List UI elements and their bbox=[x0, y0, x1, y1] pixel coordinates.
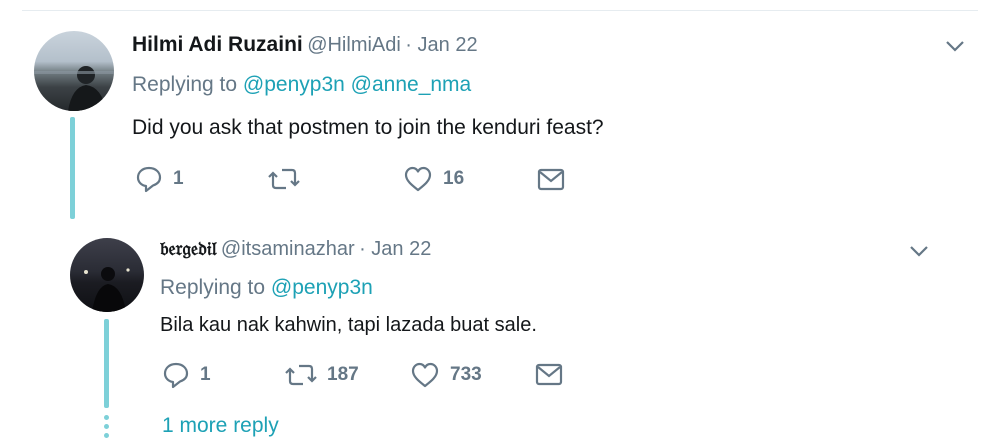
avatar-photo bbox=[84, 267, 130, 312]
tweet-header: Hilmi Adi Ruzaini @HilmiAdi · Jan 22 bbox=[132, 33, 478, 57]
like-count: 733 bbox=[450, 364, 482, 385]
retweet-button[interactable] bbox=[268, 165, 310, 193]
reply-icon bbox=[136, 166, 162, 193]
show-more-replies-link[interactable]: 1 more reply bbox=[162, 414, 279, 438]
divider bbox=[22, 10, 978, 11]
reply-count: 1 bbox=[173, 168, 184, 189]
thread-dot bbox=[104, 424, 109, 429]
message-icon[interactable] bbox=[537, 168, 565, 192]
replying-label: Replying to bbox=[160, 276, 266, 299]
thread-line bbox=[70, 117, 75, 219]
chevron-down-icon[interactable] bbox=[944, 38, 966, 54]
retweet-icon bbox=[268, 168, 300, 190]
replying-to: Replying to @penyp3n bbox=[160, 276, 373, 300]
handle[interactable]: @itsaminazhar bbox=[221, 238, 355, 260]
thread-dot bbox=[104, 415, 109, 420]
tweet-text: Did you ask that postmen to join the ken… bbox=[132, 116, 604, 139]
avatar-photo bbox=[34, 66, 114, 111]
chevron-down-icon[interactable] bbox=[908, 243, 930, 259]
like-button[interactable]: 16 bbox=[403, 165, 464, 193]
message-icon[interactable] bbox=[535, 363, 563, 387]
tweet-text: Bila kau nak kahwin, tapi lazada buat sa… bbox=[160, 314, 537, 336]
replying-label: Replying to bbox=[132, 73, 238, 96]
handle[interactable]: @HilmiAdi bbox=[307, 34, 401, 56]
timestamp[interactable]: · Jan 22 bbox=[405, 34, 477, 56]
display-name[interactable]: Hilmi Adi Ruzaini bbox=[132, 33, 303, 56]
reply-button[interactable]: 1 bbox=[135, 165, 184, 193]
reply-button[interactable]: 1 bbox=[162, 361, 211, 389]
replying-to: Replying to @penyp3n @anne_nma bbox=[132, 73, 471, 97]
thread-dot bbox=[104, 433, 109, 438]
mention-link[interactable]: @anne_nma bbox=[351, 73, 472, 96]
display-name[interactable]: 𝔟𝔢𝔯𝔤𝔢𝔡𝔦𝔩 bbox=[160, 238, 216, 260]
reply-count: 1 bbox=[200, 364, 211, 385]
thread-line bbox=[104, 319, 109, 408]
mention-link[interactable]: @penyp3n bbox=[271, 276, 373, 299]
like-icon bbox=[411, 362, 439, 388]
reply-icon bbox=[163, 362, 189, 389]
tweet-header: 𝔟𝔢𝔯𝔤𝔢𝔡𝔦𝔩 @itsaminazhar · Jan 22 bbox=[160, 238, 431, 261]
mention-link[interactable]: @penyp3n bbox=[243, 73, 345, 96]
like-icon bbox=[404, 166, 432, 192]
like-button[interactable]: 733 bbox=[410, 361, 482, 389]
retweet-button[interactable]: 187 bbox=[285, 361, 359, 389]
retweet-icon bbox=[285, 364, 317, 386]
like-count: 16 bbox=[443, 168, 465, 189]
timestamp[interactable]: · Jan 22 bbox=[359, 238, 431, 260]
avatar[interactable] bbox=[34, 31, 114, 111]
retweet-count: 187 bbox=[327, 364, 359, 385]
avatar[interactable] bbox=[70, 238, 144, 312]
